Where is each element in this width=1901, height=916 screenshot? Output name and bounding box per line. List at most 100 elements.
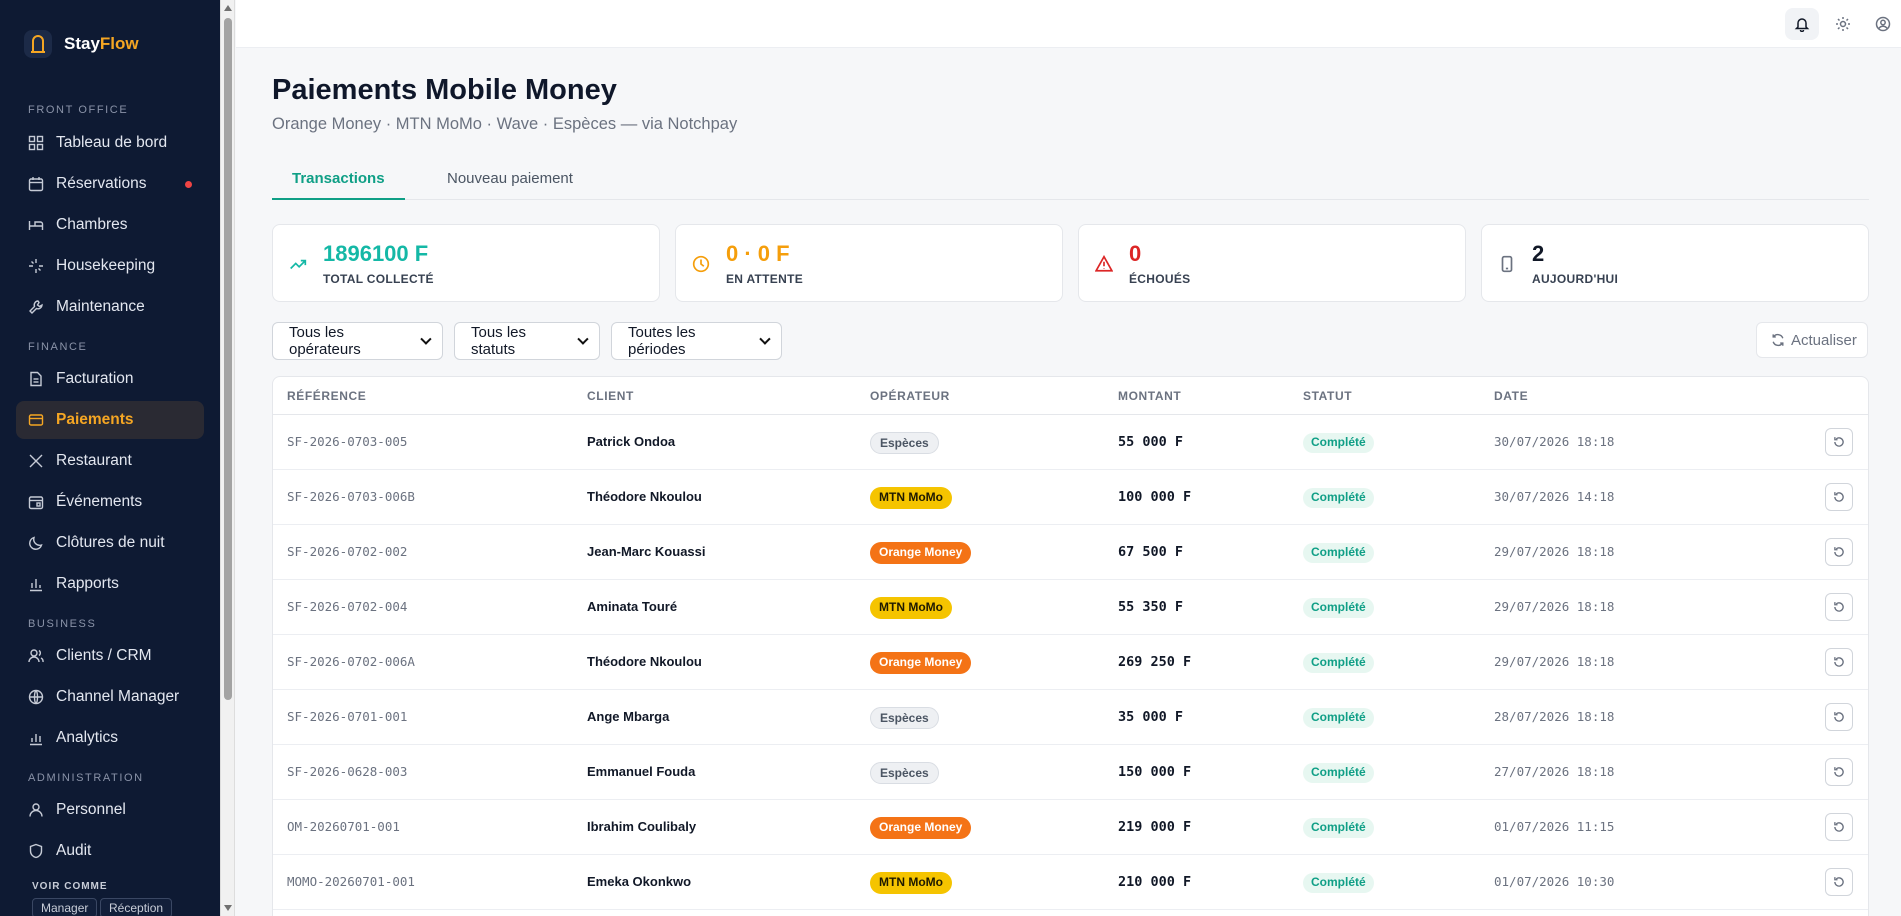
table-row[interactable]: SF-2026-0703-006B Théodore Nkoulou MTN MoM… <box>273 470 1868 525</box>
refund-button[interactable] <box>1825 758 1853 786</box>
sidebar-item-clients-crm[interactable]: Clients / CRM <box>16 637 204 675</box>
refund-button[interactable] <box>1825 813 1853 841</box>
scroll-thumb[interactable] <box>224 18 232 700</box>
operator-badge: Espèces <box>870 707 939 729</box>
col-montant[interactable]: MONTANT <box>1118 389 1181 403</box>
filter-value: Toutes les périodes <box>628 324 696 358</box>
table-row[interactable]: SF-2026-0702-004 Aminata Touré MTN MoMo 55 … <box>273 580 1868 635</box>
account-button[interactable] <box>1866 8 1900 40</box>
filter-operateurs[interactable]: Tous les opérateurs <box>272 322 443 360</box>
sidebar-item-paiements[interactable]: Paiements <box>16 401 204 439</box>
chevron-down-icon <box>577 333 589 345</box>
clock-icon <box>692 255 710 273</box>
tab-transactions[interactable]: Transactions <box>272 166 405 200</box>
col-statut[interactable]: STATUT <box>1303 389 1352 403</box>
wrench-icon <box>29 300 43 314</box>
sidebar-item-facturation[interactable]: Facturation <box>16 360 204 398</box>
table-row[interactable]: SF-2026-0702-006A Théodore Nkoulou Orange … <box>273 635 1868 690</box>
chevron-down-icon <box>420 333 432 345</box>
table-row[interactable]: SF-2026-0703-005 Patrick Ondoa Espèces 55 0… <box>273 415 1868 470</box>
stat-value: 1896100 F <box>323 241 429 266</box>
table-row[interactable]: SF-2026-0702-002 Jean-Marc Kouassi Orange … <box>273 525 1868 580</box>
sidebar-item-analytics[interactable]: Analytics <box>16 719 204 757</box>
trending-up-icon <box>290 259 307 270</box>
cell-reference: SF-2026-0703-006B <box>287 489 415 504</box>
notifications-button[interactable] <box>1785 8 1819 40</box>
sidebar-item-tableau-de-bord[interactable]: Tableau de bord <box>16 124 204 162</box>
sidebar-item-channel-manager[interactable]: Channel Manager <box>16 678 204 716</box>
role-manager-button[interactable]: Manager <box>32 898 98 916</box>
sidebar-item-label: Housekeeping <box>56 257 156 274</box>
sidebar-item-evenements[interactable]: Événements <box>16 483 204 521</box>
sidebar-item-clotures[interactable]: Clôtures de nuit <box>16 524 204 562</box>
refund-button[interactable] <box>1825 538 1853 566</box>
sidebar-item-label: Chambres <box>56 216 128 233</box>
table-row[interactable]: MOMO-20260701-001 Emeka Okonkwo MTN MoMo 21… <box>273 855 1868 910</box>
status-badge: Complété <box>1303 598 1374 618</box>
operator-badge: MTN MoMo <box>870 872 952 894</box>
sidebar-item-reservations[interactable]: Réservations <box>16 165 204 203</box>
undo-icon <box>1834 877 1844 887</box>
sidebar-item-housekeeping[interactable]: Housekeeping <box>16 247 204 285</box>
filter-periodes[interactable]: Toutes les périodes <box>611 322 782 360</box>
sidebar-item-label: Rapports <box>56 575 119 592</box>
cell-montant: 100 000 F <box>1118 489 1192 505</box>
sidebar-scrollbar[interactable] <box>220 0 235 916</box>
refund-button[interactable] <box>1825 868 1853 896</box>
role-reception-button[interactable]: Réception <box>100 898 173 916</box>
settings-button[interactable] <box>1826 8 1860 40</box>
cell-client: Théodore Nkoulou <box>587 489 702 504</box>
app-logo[interactable]: StayFlow <box>24 30 139 58</box>
cell-client: Patrick Ondoa <box>587 434 676 449</box>
scroll-up-icon[interactable] <box>224 5 232 11</box>
col-reference[interactable]: RÉFÉRENCE <box>287 389 366 403</box>
refresh-button[interactable]: Actualiser <box>1756 322 1868 358</box>
sidebar-item-audit[interactable]: Audit <box>16 832 204 870</box>
cell-reference: SF-2026-0701-001 <box>287 709 408 724</box>
sidebar-item-label: Réservations <box>56 175 147 192</box>
topbar <box>236 0 1901 48</box>
page-title: Paiements Mobile Money <box>272 74 617 106</box>
sidebar-item-label: Audit <box>56 842 92 859</box>
refund-button[interactable] <box>1825 593 1853 621</box>
col-date[interactable]: DATE <box>1494 389 1528 403</box>
tab-nouveau-paiement[interactable]: Nouveau paiement <box>427 166 593 200</box>
refund-button[interactable] <box>1825 648 1853 676</box>
table-row[interactable]: SF-2026-0628-003 Emmanuel Fouda Espèces 150… <box>273 745 1868 800</box>
sidebar-item-chambres[interactable]: Chambres <box>16 206 204 244</box>
refund-button[interactable] <box>1825 703 1853 731</box>
cell-date: 30/07/2026 18:18 <box>1494 434 1615 449</box>
sidebar-item-rapports[interactable]: Rapports <box>16 565 204 603</box>
cell-reference: SF-2026-0702-004 <box>287 599 408 614</box>
sidebar: StayFlow FRONT OFFICE Tableau de bord Ré… <box>0 0 220 916</box>
table-row[interactable]: SF-2026-0701-001 Ange Mbarga Espèces 35 000… <box>273 690 1868 745</box>
cell-montant: 269 250 F <box>1118 654 1192 670</box>
sidebar-item-personnel[interactable]: Personnel <box>16 791 204 829</box>
section-finance: FINANCE <box>28 341 88 353</box>
sidebar-item-restaurant[interactable]: Restaurant <box>16 442 204 480</box>
operator-badge: Espèces <box>870 432 939 454</box>
sparkles-icon <box>29 259 43 273</box>
cell-client: Aminata Touré <box>587 599 678 614</box>
undo-icon <box>1834 547 1844 557</box>
table-row[interactable]: OM-20260701-001 Ibrahim Coulibaly Orange M… <box>273 800 1868 855</box>
stat-label: AUJOURD'HUI <box>1532 272 1619 286</box>
tabs: Transactions Nouveau paiement <box>272 166 1869 200</box>
refund-button[interactable] <box>1825 428 1853 456</box>
cell-reference: SF-2026-0703-005 <box>287 434 408 449</box>
page-subtitle: Orange Money · MTN MoMo · Wave · Espèces… <box>272 115 738 133</box>
sidebar-item-maintenance[interactable]: Maintenance <box>16 288 204 326</box>
cell-client: Ange Mbarga <box>587 709 670 724</box>
scroll-down-icon[interactable] <box>224 905 232 911</box>
sidebar-item-label: Tableau de bord <box>56 134 168 151</box>
cell-client: Emmanuel Fouda <box>587 764 696 779</box>
cell-date: 29/07/2026 18:18 <box>1494 654 1615 669</box>
filter-statuts[interactable]: Tous les statuts <box>454 322 600 360</box>
undo-icon <box>1834 437 1844 447</box>
col-operateur[interactable]: OPÉRATEUR <box>870 389 950 403</box>
cell-montant: 67 500 F <box>1118 544 1184 560</box>
refund-button[interactable] <box>1825 483 1853 511</box>
cell-montant: 219 000 F <box>1118 819 1192 835</box>
col-client[interactable]: CLIENT <box>587 389 634 403</box>
moon-icon <box>29 536 43 550</box>
